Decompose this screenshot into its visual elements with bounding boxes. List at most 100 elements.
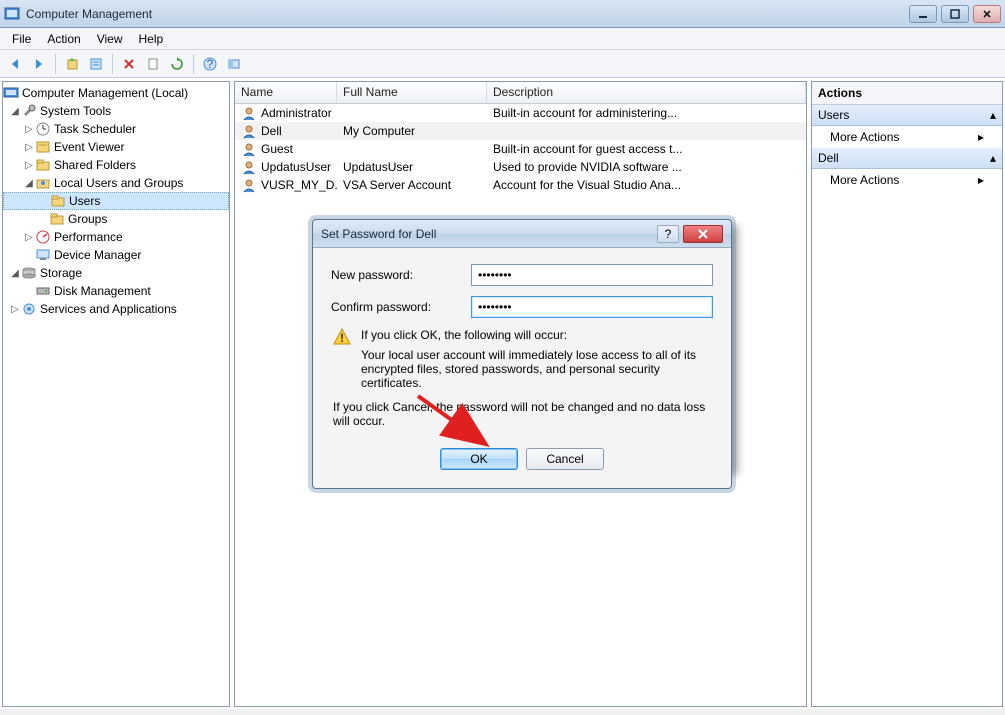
dialog-close-button[interactable] (683, 225, 723, 243)
dialog-help-button[interactable]: ? (657, 225, 679, 243)
window-titlebar: Computer Management (0, 0, 1005, 28)
tree-task-scheduler[interactable]: ▷Task Scheduler (3, 120, 229, 138)
tree-storage[interactable]: ◢ Storage (3, 264, 229, 282)
statusbar (0, 709, 1005, 715)
list-header: Name Full Name Description (235, 82, 806, 104)
actions-group-label: Dell (818, 151, 839, 165)
tree-label: Shared Folders (54, 158, 136, 172)
list-row[interactable]: Administrator Built-in account for admin… (235, 104, 806, 122)
cell-name: Administrator (261, 106, 332, 120)
tree-root[interactable]: Computer Management (Local) (3, 84, 229, 102)
cell-fullname: My Computer (343, 124, 415, 138)
tree-device-manager[interactable]: Device Manager (3, 246, 229, 264)
cell-fullname: VSA Server Account (343, 178, 451, 192)
up-button[interactable] (61, 53, 83, 75)
tree-groups[interactable]: Groups (3, 210, 229, 228)
users-folder-icon (35, 175, 51, 191)
help-icon: ? (665, 227, 672, 241)
back-button[interactable] (4, 53, 26, 75)
help-button[interactable]: ? (199, 53, 221, 75)
list-row[interactable]: VUSR_MY_D... VSA Server Account Account … (235, 176, 806, 194)
tree-local-users[interactable]: ◢Local Users and Groups (3, 174, 229, 192)
cell-description: Built-in account for administering... (493, 106, 677, 120)
actions-more-users[interactable]: More Actions▸ (812, 126, 1002, 148)
folder-icon (50, 193, 66, 209)
collapse-icon[interactable]: ◢ (23, 178, 35, 189)
cell-description: Used to provide NVIDIA software ... (493, 160, 682, 174)
window-title: Computer Management (26, 7, 152, 21)
refresh-button[interactable] (166, 53, 188, 75)
confirm-password-label: Confirm password: (331, 300, 471, 314)
chevron-right-icon: ▸ (978, 173, 984, 187)
actions-item-label: More Actions (830, 130, 899, 144)
collapse-icon: ▴ (990, 108, 996, 122)
cancel-button[interactable]: Cancel (526, 448, 604, 470)
tree-services-apps[interactable]: ▷ Services and Applications (3, 300, 229, 318)
maximize-button[interactable] (941, 5, 969, 23)
show-hide-button[interactable] (223, 53, 245, 75)
cancel-note: If you click Cancel, the password will n… (333, 400, 711, 428)
ok-button[interactable]: OK (440, 448, 518, 470)
navigation-tree[interactable]: Computer Management (Local) ◢ System Tool… (2, 81, 230, 707)
tree-label: Storage (40, 266, 82, 280)
expand-icon[interactable]: ▷ (23, 160, 35, 171)
cell-description: Account for the Visual Studio Ana... (493, 178, 681, 192)
tree-label: Services and Applications (40, 302, 177, 316)
new-password-input[interactable] (471, 264, 713, 286)
dialog-title: Set Password for Dell (321, 227, 657, 241)
tree-disk-management[interactable]: Disk Management (3, 282, 229, 300)
collapse-icon[interactable]: ◢ (9, 106, 21, 117)
column-description[interactable]: Description (487, 82, 806, 103)
menu-file[interactable]: File (4, 30, 39, 48)
warning-body: Your local user account will immediately… (361, 348, 711, 390)
disk-icon (35, 283, 51, 299)
tree-shared-folders[interactable]: ▷ Shared Folders (3, 156, 229, 174)
close-button[interactable] (973, 5, 1001, 23)
actions-item-label: More Actions (830, 173, 899, 187)
menu-help[interactable]: Help (131, 30, 172, 48)
tree-event-viewer[interactable]: ▷Event Viewer (3, 138, 229, 156)
cell-description: Built-in account for guest access t... (493, 142, 682, 156)
properties-button[interactable] (85, 53, 107, 75)
expand-icon[interactable]: ▷ (23, 142, 35, 153)
collapse-icon[interactable]: ◢ (9, 268, 21, 279)
cell-name: VUSR_MY_D... (261, 178, 337, 192)
delete-button[interactable] (118, 53, 140, 75)
forward-button[interactable] (28, 53, 50, 75)
tree-system-tools[interactable]: ◢ System Tools (3, 102, 229, 120)
actions-title: Actions (812, 82, 1002, 105)
actions-panel: Actions Users▴ More Actions▸ Dell▴ More … (811, 81, 1003, 707)
expand-icon[interactable]: ▷ (23, 124, 35, 135)
dialog-titlebar[interactable]: Set Password for Dell ? (313, 220, 731, 248)
list-row[interactable]: UpdatusUser UpdatusUser Used to provide … (235, 158, 806, 176)
performance-icon (35, 229, 51, 245)
toolbar-separator (112, 54, 113, 74)
tree-label: Device Manager (54, 248, 141, 262)
confirm-password-input[interactable] (471, 296, 713, 318)
new-button[interactable] (142, 53, 164, 75)
actions-more-dell[interactable]: More Actions ▸ (812, 169, 1002, 191)
minimize-button[interactable] (909, 5, 937, 23)
column-name[interactable]: Name (235, 82, 337, 103)
list-row[interactable]: Guest Built-in account for guest access … (235, 140, 806, 158)
actions-group-users[interactable]: Users▴ (812, 105, 1002, 126)
expand-icon[interactable]: ▷ (9, 304, 21, 315)
tree-label: System Tools (40, 104, 111, 118)
list-row-selected[interactable]: Dell My Computer (235, 122, 806, 140)
tree-label: Computer Management (Local) (22, 86, 188, 100)
tree-label: Users (69, 194, 100, 208)
menu-view[interactable]: View (89, 30, 131, 48)
actions-group-dell[interactable]: Dell▴ (812, 148, 1002, 169)
tree-performance[interactable]: ▷ Performance (3, 228, 229, 246)
cell-name: Dell (261, 124, 282, 138)
tree-label: Performance (54, 230, 123, 244)
column-fullname[interactable]: Full Name (337, 82, 487, 103)
event-icon (35, 139, 51, 155)
menu-action[interactable]: Action (39, 30, 88, 48)
cell-name: Guest (261, 142, 293, 156)
toolbar: ? (0, 50, 1005, 78)
expand-icon[interactable]: ▷ (23, 232, 35, 243)
svg-text:?: ? (207, 57, 214, 71)
user-icon (241, 159, 257, 175)
tree-users[interactable]: Users (3, 192, 229, 210)
